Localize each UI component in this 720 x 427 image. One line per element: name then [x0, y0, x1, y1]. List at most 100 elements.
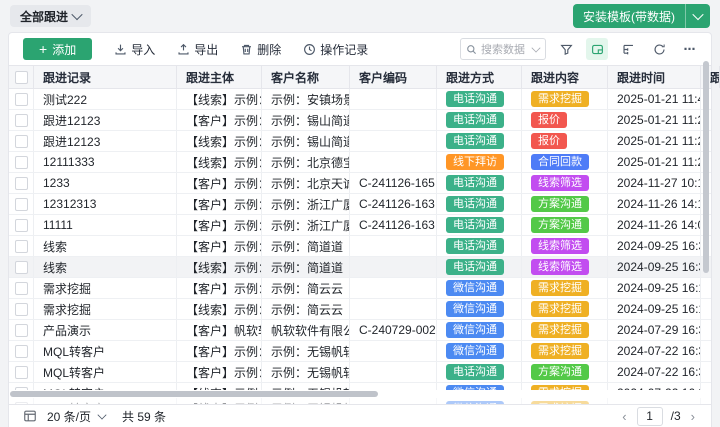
select-all-checkbox[interactable]	[15, 71, 28, 84]
row-checkbox[interactable]	[15, 135, 28, 148]
export-button[interactable]: 导出	[177, 41, 218, 58]
install-template-split-button[interactable]: 安装模板(带数据)	[573, 4, 710, 28]
cell-subject: 【线索】示例：简云...	[177, 299, 262, 319]
table-row[interactable]: 线索 【客户】示例：简道... 示例：简道道 电话沟通 线索筛选 2024-09…	[9, 236, 711, 257]
row-checkbox[interactable]	[15, 114, 28, 127]
row-checkbox[interactable]	[15, 93, 28, 106]
row-checkbox[interactable]	[15, 303, 28, 316]
table-row[interactable]: 产品演示 【客户】帆软软件有... 帆软软件有限公司 C-240729-002 …	[9, 320, 711, 341]
vertical-scrollbar[interactable]	[703, 61, 709, 273]
total-count: 共 59 条	[122, 408, 166, 425]
cell-method: 电话沟通	[437, 215, 522, 235]
cell-subject: 【客户】示例：锡山...	[177, 110, 262, 130]
table-row[interactable]: MQL转客户 【客户】示例：无锡... 示例：无锡帆软软件 微信沟通 需求挖掘 …	[9, 341, 711, 362]
method-badge: 电话沟通	[446, 364, 504, 380]
content-badge: 报价	[531, 112, 567, 128]
search-input[interactable]: 搜索数据	[460, 38, 546, 60]
content-badge: 方案沟通	[531, 217, 589, 233]
import-button[interactable]: 导入	[114, 41, 155, 58]
method-badge: 微信沟通	[446, 343, 504, 359]
row-checkbox[interactable]	[15, 156, 28, 169]
cell-owner: 张三	[701, 320, 711, 340]
refresh-icon	[653, 43, 666, 56]
method-badge: 电话沟通	[446, 238, 504, 254]
filter-button[interactable]	[555, 38, 577, 60]
operation-log-label: 操作记录	[320, 41, 368, 58]
page-total: /3	[671, 409, 681, 423]
add-record-button[interactable]: + 添加	[23, 38, 92, 60]
table-row[interactable]: 需求挖掘 【线索】示例：简云... 示例：简云云 微信沟通 需求挖掘 2024-…	[9, 299, 711, 320]
table-row[interactable]: 11111 【客户】示例：浙江... 示例：浙江广厦集团 C-241126-16…	[9, 215, 711, 236]
hierarchy-button[interactable]	[617, 38, 639, 60]
cell-content: 方案沟通	[522, 362, 608, 382]
prev-page-button[interactable]: ‹	[620, 409, 628, 424]
content-badge: 方案沟通	[531, 364, 589, 380]
row-checkbox[interactable]	[15, 240, 28, 253]
row-checkbox[interactable]	[15, 324, 28, 337]
row-checkbox[interactable]	[15, 261, 28, 274]
cell-method: 电话沟通	[437, 194, 522, 214]
cell-method: 线下拜访	[437, 152, 522, 172]
row-checkbox[interactable]	[15, 219, 28, 232]
table-row[interactable]: MQL转客户 【客户】示例：无锡... 示例：无锡帆软软件 电话沟通 方案沟通 …	[9, 362, 711, 383]
row-checkbox[interactable]	[15, 282, 28, 295]
cell-content: 需求挖掘	[522, 278, 608, 298]
cell-time: 2025-01-21 11:20	[608, 152, 701, 172]
table-body: 测试222 【线索】示例：安镇... 示例：安镇场景产品... 电话沟通 需求挖…	[9, 89, 711, 390]
cell-method: 电话沟通	[437, 236, 522, 256]
cell-customer: 示例：简道道	[262, 257, 350, 277]
header-cell-checkbox	[9, 66, 34, 88]
chevron-down-icon	[692, 9, 703, 20]
cell-content: 方案沟通	[522, 215, 608, 235]
more-actions-button[interactable]: ⋯	[679, 38, 701, 60]
cell-time: 2024-09-25 16:18	[608, 299, 701, 319]
cell-customer: 示例：安镇场景产品...	[262, 89, 350, 109]
cell-subject: 【客户】帆软软件有...	[177, 320, 262, 340]
cell-customer: 示例：无锡帆软软件	[262, 341, 350, 361]
current-page-input[interactable]: 1	[637, 407, 663, 426]
view-settings-button[interactable]	[586, 38, 608, 60]
cell-subject: 【客户】示例：北京...	[177, 173, 262, 193]
table-row[interactable]: 12312313 【客户】示例：浙江... 示例：浙江广厦集团 C-241126…	[9, 194, 711, 215]
row-cell-checkbox	[9, 299, 34, 319]
export-label: 导出	[194, 41, 218, 58]
cell-record: 12312313	[34, 194, 177, 214]
cell-customer: 示例：无锡帆软软件	[262, 362, 350, 382]
chevron-down-icon	[98, 410, 107, 419]
cell-code: C-241126-163	[350, 194, 437, 214]
row-checkbox[interactable]	[15, 366, 28, 379]
table-row[interactable]: 跟进12123 【客户】示例：锡山... 示例：锡山简道云 电话沟通 报价 20…	[9, 110, 711, 131]
header-cell: 跟进记录	[34, 66, 177, 88]
row-checkbox[interactable]	[15, 387, 28, 391]
table-row[interactable]: 12111333 【线索】示例：北京... 示例：北京德宝汽修 线下拜访 合同回…	[9, 152, 711, 173]
row-cell-checkbox	[9, 215, 34, 235]
search-icon	[466, 44, 477, 55]
row-checkbox[interactable]	[15, 198, 28, 211]
horizontal-scrollbar[interactable]	[10, 391, 378, 397]
view-tab-all-followups[interactable]: 全部跟进	[10, 5, 91, 27]
table-row[interactable]: 测试222 【线索】示例：安镇... 示例：安镇场景产品... 电话沟通 需求挖…	[9, 89, 711, 110]
cell-owner: 张三	[701, 341, 711, 361]
page-size-select[interactable]: 20 条/页	[47, 408, 106, 425]
row-cell-checkbox	[9, 257, 34, 277]
cell-subject: 【客户】示例：简道...	[177, 236, 262, 256]
row-checkbox[interactable]	[15, 177, 28, 190]
refresh-button[interactable]	[648, 38, 670, 60]
cell-method: 微信沟通	[437, 278, 522, 298]
table-row[interactable]: 跟进12123 【线索】示例：锡山... 示例：锡山简道云 电话沟通 报价 20…	[9, 131, 711, 152]
next-page-button[interactable]: ›	[689, 409, 697, 424]
table-row[interactable]: 需求挖掘 【客户】示例：简云... 示例：简云云 微信沟通 需求挖掘 2024-…	[9, 278, 711, 299]
table-row[interactable]: MQL转客户 【线索】示例：无锡... 示例：无锡帆软软件 微信沟通 需求挖掘 …	[9, 383, 711, 390]
operation-log-button[interactable]: 操作记录	[303, 41, 368, 58]
table-row[interactable]: 线索 【线索】示例：... 示例：简道道 电话沟通 线索筛选 2024-09-2…	[9, 257, 711, 278]
table-row[interactable]: 1233 【客户】示例：北京... 示例：北京天诚软件... C-241126-…	[9, 173, 711, 194]
cell-owner: 张三	[701, 299, 711, 319]
install-template-dropdown[interactable]	[686, 4, 710, 28]
content-badge: 需求挖掘	[531, 91, 589, 107]
cell-code	[350, 341, 437, 361]
table-toolbar: + 添加 导入 导出 删除 操作记录 搜索数据	[9, 33, 711, 65]
delete-button[interactable]: 删除	[240, 41, 281, 58]
method-badge: 电话沟通	[446, 91, 504, 107]
cell-time: 2024-09-25 16:36	[608, 257, 701, 277]
row-checkbox[interactable]	[15, 345, 28, 358]
